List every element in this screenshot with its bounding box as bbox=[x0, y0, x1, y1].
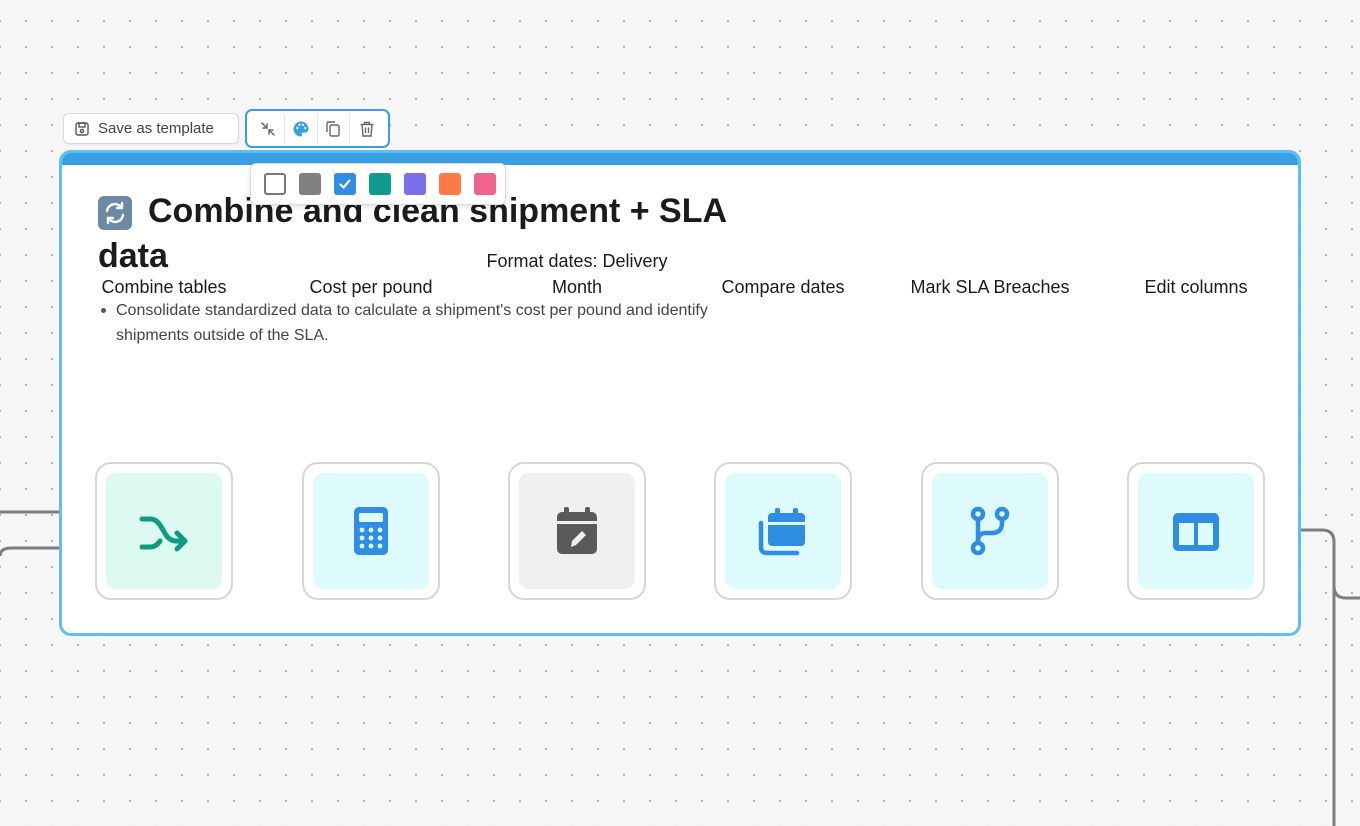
save-as-template-button[interactable]: Save as template bbox=[63, 113, 239, 144]
step-label: Edit columns bbox=[1144, 277, 1248, 297]
save-icon bbox=[75, 121, 89, 136]
delete-button[interactable] bbox=[350, 114, 383, 144]
calculator-icon bbox=[354, 507, 388, 555]
swatch-teal[interactable] bbox=[369, 173, 391, 195]
palette-button[interactable] bbox=[285, 113, 318, 144]
group-container[interactable]: Combine and clean shipment + SLA data Co… bbox=[59, 150, 1301, 636]
branch-icon bbox=[970, 506, 1010, 556]
copy-icon bbox=[326, 120, 341, 137]
step-label: Combine tables bbox=[101, 277, 227, 297]
collapse-icon bbox=[261, 121, 275, 136]
group-description: Consolidate standardized data to calcula… bbox=[101, 298, 721, 348]
collapse-button[interactable] bbox=[252, 113, 285, 144]
group-toolbar bbox=[245, 109, 390, 148]
group-description-text: Consolidate standardized data to calcula… bbox=[116, 302, 708, 344]
swatch-gray[interactable] bbox=[299, 173, 321, 195]
step-label: Format dates: Delivery Month bbox=[486, 251, 668, 297]
swatch-orange[interactable] bbox=[439, 173, 461, 195]
bullet bbox=[101, 308, 106, 313]
swatch-pink[interactable] bbox=[474, 173, 496, 195]
calendars-icon bbox=[758, 508, 805, 556]
duplicate-button[interactable] bbox=[318, 113, 351, 144]
save-as-template-label: Save as template bbox=[98, 120, 214, 137]
swatch-blue[interactable] bbox=[334, 173, 356, 195]
color-picker bbox=[250, 163, 506, 205]
swatch-white[interactable] bbox=[264, 173, 286, 195]
calendar-edit-icon bbox=[557, 507, 597, 554]
step-label: Mark SLA Breaches bbox=[910, 277, 1070, 297]
columns-icon bbox=[1173, 513, 1219, 551]
trash-icon bbox=[360, 121, 374, 137]
merge-icon bbox=[139, 516, 188, 552]
group-color-bar bbox=[62, 153, 1298, 165]
swatch-purple[interactable] bbox=[404, 173, 426, 195]
arrows-cycle-icon bbox=[98, 196, 132, 230]
output-wire-branch bbox=[1332, 585, 1360, 600]
palette-icon bbox=[293, 121, 309, 136]
step-label: Cost per pound bbox=[309, 277, 433, 297]
step-label: Compare dates bbox=[721, 277, 845, 297]
check-icon bbox=[339, 179, 351, 189]
